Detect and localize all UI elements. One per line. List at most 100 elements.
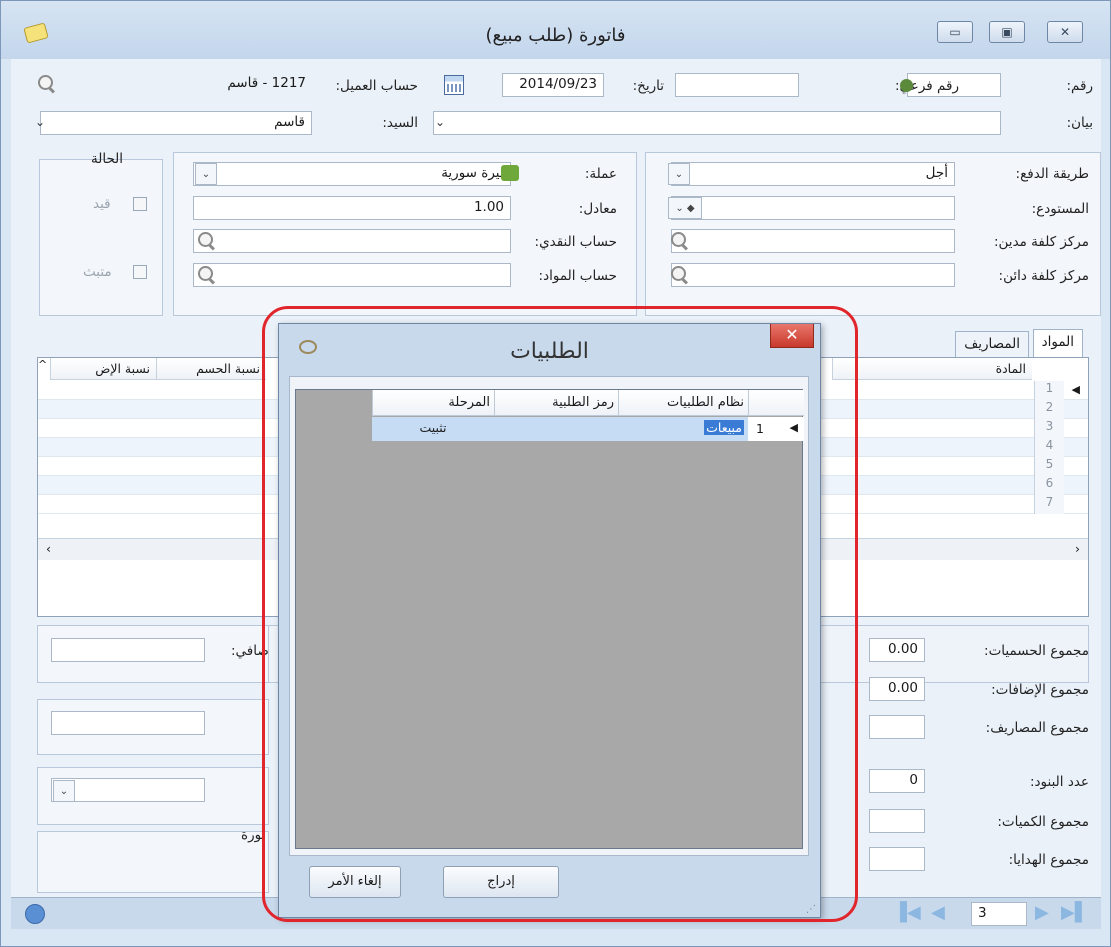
order-code-cell[interactable] [494, 417, 618, 441]
resize-grip-icon[interactable]: ⋰ [806, 904, 816, 915]
warehouse-label: المستودع: [1031, 201, 1089, 217]
row-number: 5 [1034, 457, 1064, 476]
chevron-left-icon[interactable]: ‹ [46, 541, 51, 556]
sub-number-field[interactable] [675, 73, 799, 97]
orders-dialog: الطلبيات ✕ نظام الطلبيات رمز الطلبية الم… [278, 323, 821, 918]
gifts-total-label: مجموع الهدايا: [1008, 852, 1089, 868]
mister-field[interactable]: قاسم [40, 111, 312, 135]
close-icon[interactable]: ✕ [770, 324, 814, 348]
row-number: 4 [1034, 438, 1064, 457]
search-icon[interactable] [35, 73, 57, 95]
items-count-label: عدد البنود: [1030, 774, 1089, 790]
row-number: 6 [1034, 476, 1064, 495]
order-system-value[interactable]: مبيعات [704, 420, 744, 435]
net-label: صافي: [231, 643, 269, 659]
invoice-group [37, 831, 269, 893]
cash-account-field[interactable] [193, 229, 511, 253]
col-material: المادة [832, 358, 1032, 380]
next-icon[interactable]: ▶ [1035, 902, 1049, 923]
row-header-blank [748, 390, 804, 416]
customer-account-label: حساب العميل: [335, 78, 418, 94]
stage-cell[interactable]: تثبيت [372, 417, 494, 441]
gifts-total-field [869, 847, 925, 871]
cancel-button[interactable]: إلغاء الأمر [309, 866, 401, 898]
search-icon[interactable] [668, 264, 690, 286]
currency-label: عملة: [584, 166, 617, 182]
posted-checkbox[interactable] [133, 197, 147, 211]
mister-label: السيد: [382, 115, 418, 131]
additions-total-label: مجموع الإضافات: [991, 682, 1089, 698]
posted-label: قيد [93, 196, 111, 212]
insert-button[interactable]: إدراج [443, 866, 559, 898]
chevron-down-icon[interactable]: ⌄ [668, 163, 690, 185]
payment-method-label: طريقة الدفع: [1015, 166, 1089, 182]
col-discount-pct: نسبة الحسم [156, 358, 266, 380]
chevron-down-icon[interactable]: ⌄ [53, 780, 75, 802]
row-number: 2 [1034, 400, 1064, 419]
quantities-total-field [869, 809, 925, 833]
page-number-field[interactable]: 3 [971, 902, 1027, 926]
col-stage: المرحلة [372, 390, 494, 416]
row-pointer-icon: ◀ [1071, 383, 1080, 396]
additions-total-field: 0.00 [869, 677, 925, 701]
sub-number-icon [900, 79, 913, 92]
chevron-right-icon[interactable]: › [1075, 541, 1080, 556]
row-number: 1 [1034, 381, 1064, 400]
chevron-down-icon[interactable]: ⌄ ◆ [668, 197, 702, 219]
chevron-down-icon[interactable]: ⌄ [195, 163, 217, 185]
currency-icon [501, 165, 519, 181]
items-count-field: 0 [869, 769, 925, 793]
col-order-system: نظام الطلبيات [618, 390, 748, 416]
search-icon[interactable] [668, 230, 690, 252]
credit-cost-center-label: مركز كلفة دائن: [998, 268, 1089, 284]
statement-field[interactable] [433, 111, 1001, 135]
orders-grid: نظام الطلبيات رمز الطلبية المرحلة 1 ◀ مب… [295, 389, 804, 849]
currency-field[interactable]: ليرة سورية [193, 162, 511, 186]
row-number: 7 [1034, 495, 1064, 514]
expenses-total-label: مجموع المصاريف: [985, 720, 1089, 736]
dialog-title: الطلبيات [510, 339, 589, 364]
rate-field[interactable]: 1.00 [193, 196, 511, 220]
expenses-total-field [869, 715, 925, 739]
title-bar: فاتورة (طلب مبيع) ▭ ▣ ✕ [1, 1, 1110, 59]
status-group [39, 159, 163, 316]
info-icon[interactable] [25, 904, 45, 924]
tab-expenses[interactable]: المصاريف [955, 331, 1029, 357]
chevron-down-icon[interactable]: ⌄ [435, 115, 445, 129]
chevron-down-icon[interactable]: ⌄ [35, 115, 45, 129]
previous-icon[interactable]: ◀ [931, 902, 945, 923]
number-label: رقم: [1066, 78, 1093, 94]
rate-label: معادل: [578, 201, 617, 217]
close-icon[interactable]: ✕ [1047, 21, 1083, 43]
date-field[interactable]: 2014/09/23 [502, 73, 604, 97]
customer-account-field[interactable]: 1217 - قاسم [76, 73, 312, 97]
maximize-icon[interactable]: ▣ [989, 21, 1025, 43]
calendar-icon[interactable] [444, 75, 464, 95]
materials-account-field[interactable] [193, 263, 511, 287]
confirmed-checkbox[interactable] [133, 265, 147, 279]
first-icon[interactable]: ▐◀ [893, 902, 921, 923]
extra-field [51, 711, 205, 735]
debit-cost-center-label: مركز كلفة مدين: [993, 234, 1089, 250]
quantities-total-label: مجموع الكميات: [997, 814, 1089, 830]
minimize-icon[interactable]: ▭ [937, 21, 973, 43]
warehouse-field[interactable] [671, 196, 955, 220]
date-label: تاريخ: [632, 78, 664, 94]
row-pointer-icon: ◀ [789, 421, 798, 434]
col-order-code: رمز الطلبية [494, 390, 618, 416]
search-icon[interactable] [195, 264, 217, 286]
search-icon[interactable] [195, 230, 217, 252]
invoice-label: تورة [241, 827, 266, 843]
cash-account-label: حساب النقدي: [534, 234, 617, 250]
payment-method-field[interactable]: أجل [671, 162, 955, 186]
tab-materials[interactable]: المواد [1032, 329, 1083, 357]
statement-label: بيان: [1066, 115, 1093, 131]
table-row[interactable]: 1 ◀ [748, 417, 804, 441]
credit-cost-center-field[interactable] [671, 263, 955, 287]
order-system-cell[interactable]: مبيعات [618, 417, 748, 441]
confirmed-label: متبث [83, 264, 112, 280]
status-title: الحالة [91, 151, 124, 167]
chevron-up-icon[interactable]: ^ [38, 358, 47, 371]
debit-cost-center-field[interactable] [671, 229, 955, 253]
last-icon[interactable]: ▶▌ [1061, 902, 1089, 923]
